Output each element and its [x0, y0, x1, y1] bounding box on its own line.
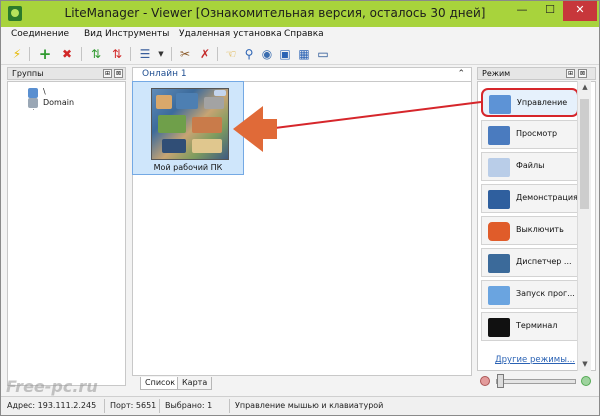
mode-terminal-button[interactable]: Терминал [481, 312, 579, 341]
mode-demo-button[interactable]: Демонстрация [481, 184, 579, 213]
zoom-out-icon[interactable] [480, 376, 490, 386]
toolbar: ⚡ + ✖ ⇅ ⇅ ☰ ▼ ✂ ✗ ☜ ⚲ ◉ ▣ ▦ ▭ [1, 43, 599, 65]
mode-panel-header: Режим ⊞ ⊠ [477, 67, 596, 80]
collapse-icon[interactable]: ⌃ [457, 69, 465, 79]
zoom-thumb[interactable] [497, 374, 504, 388]
toolbar-separator [29, 47, 30, 61]
mode-shutdown-button[interactable]: Выключить [481, 216, 579, 245]
status-mode-description: Управление мышью и клавиатурой [235, 401, 384, 410]
menu-tools[interactable]: Инструменты [105, 29, 169, 39]
delete-red-x-icon[interactable]: ✖ [59, 46, 75, 62]
minimize-button[interactable]: — [509, 1, 535, 21]
close-button[interactable]: ✕ [563, 1, 597, 21]
toolbar-separator [130, 47, 131, 61]
toolbar-separator [171, 47, 172, 61]
files-icon [488, 158, 510, 177]
screen-view-icon[interactable]: ▣ [277, 46, 293, 62]
search-icon[interactable]: ⚲ [241, 46, 257, 62]
connect-lightning-icon[interactable]: ⚡ [9, 46, 25, 62]
mode-label: Выключить [516, 225, 564, 234]
toolbar-separator [81, 47, 82, 61]
menu-bar: Соединение Вид Инструменты Удаленная уст… [1, 27, 599, 43]
refresh-green-arrows-icon[interactable]: ⇅ [88, 46, 104, 62]
task-manager-icon [488, 254, 510, 273]
menu-help[interactable]: Справка [284, 29, 324, 39]
group-header[interactable]: Онлайн 1 ⌃ [132, 67, 472, 81]
network-root-icon [28, 88, 38, 98]
title-bar[interactable]: LiteManager - Viewer [Ознакомительная ве… [1, 1, 599, 27]
mode-task-manager-button[interactable]: Диспетчер ... [481, 248, 579, 277]
mode-view-button[interactable]: Просмотр [481, 120, 579, 149]
computer-name: Мой рабочий ПК [153, 163, 223, 172]
screenshot-icon[interactable]: ▦ [296, 46, 312, 62]
pin-icon[interactable]: ⊞ [103, 69, 112, 78]
status-bar: Адрес: 193.111.2.245 Порт: 5651 Выбрано:… [1, 396, 599, 415]
mode-label: Управление [517, 98, 568, 107]
zoom-track[interactable] [496, 379, 576, 384]
tab-map[interactable]: Карта [177, 377, 213, 390]
tab-list[interactable]: Список [140, 377, 181, 390]
groups-panel-title: Группы [12, 69, 44, 78]
refresh-red-arrows-icon[interactable]: ⇅ [109, 46, 125, 62]
status-port: Порт: 5651 [110, 401, 157, 410]
watermark: Free-pc.ru [6, 377, 98, 396]
status-separator [159, 399, 160, 413]
mode-control-button[interactable]: Управление [481, 88, 579, 117]
tree-domain-label[interactable]: Domain [43, 98, 74, 107]
mode-label: Демонстрация [516, 193, 578, 202]
maximize-button[interactable]: ☐ [537, 1, 563, 21]
power-off-icon [488, 222, 510, 241]
status-address: Адрес: 193.111.2.245 [7, 401, 97, 410]
mode-label: Файлы [516, 161, 545, 170]
group-title: Онлайн 1 [142, 69, 187, 79]
groups-tree: \ Domain [7, 81, 126, 386]
domain-computers-icon [28, 98, 38, 108]
demonstration-icon [488, 190, 510, 209]
terminal-icon [488, 318, 510, 337]
tree-root-label[interactable]: \ [43, 87, 46, 96]
mode-files-button[interactable]: Файлы [481, 152, 579, 181]
status-selected: Выбрано: 1 [165, 401, 213, 410]
groups-panel-header: Группы ⊞ ⊠ [7, 67, 126, 80]
pin-icon[interactable]: ⊞ [566, 69, 575, 78]
scroll-down-icon[interactable]: ▼ [578, 358, 592, 370]
menu-connection[interactable]: Соединение [11, 29, 69, 39]
mode-panel-title: Режим [482, 69, 511, 78]
app-window: LiteManager - Viewer [Ознакомительная ве… [0, 0, 600, 416]
dropdown-arrow-icon[interactable]: ▼ [153, 46, 169, 62]
tools-icon[interactable]: ✂ [177, 46, 193, 62]
menu-view[interactable]: Вид [84, 29, 102, 39]
status-separator [229, 399, 230, 413]
scroll-thumb[interactable] [580, 99, 589, 209]
dashboard-icon[interactable]: ◉ [259, 46, 275, 62]
desktop-thumbnail [151, 88, 229, 160]
add-green-plus-icon[interactable]: + [37, 46, 53, 62]
mode-label: Диспетчер ... [516, 257, 572, 266]
run-program-icon [488, 286, 510, 305]
status-separator [104, 399, 105, 413]
remote-control-icon [489, 95, 511, 114]
mode-label: Терминал [516, 321, 558, 330]
mode-scrollbar[interactable]: ▲ ▼ [577, 81, 591, 371]
view-list-icon[interactable]: ☰ [137, 46, 153, 62]
menu-remote-install[interactable]: Удаленная установка [179, 29, 282, 39]
computer-tile[interactable]: Мой рабочий ПК [132, 81, 244, 175]
other-modes-link[interactable]: Другие режимы... [495, 355, 575, 365]
zoom-in-icon[interactable] [581, 376, 591, 386]
mode-label: Просмотр [516, 129, 558, 138]
zoom-slider[interactable] [478, 373, 596, 389]
view-tabs: Список Карта [132, 377, 472, 391]
cursor-icon[interactable]: ☜ [223, 46, 239, 62]
window-title: LiteManager - Viewer [Ознакомительная ве… [64, 6, 486, 20]
mode-label: Запуск прог... [516, 289, 575, 298]
view-screen-icon [488, 126, 510, 145]
monitor-icon[interactable]: ▭ [315, 46, 331, 62]
mode-run-program-button[interactable]: Запуск прог... [481, 280, 579, 309]
close-panel-icon[interactable]: ⊠ [578, 69, 587, 78]
wrench-icon[interactable]: ✗ [197, 46, 213, 62]
toolbar-separator [217, 47, 218, 61]
close-panel-icon[interactable]: ⊠ [114, 69, 123, 78]
scroll-up-icon[interactable]: ▲ [578, 81, 592, 93]
